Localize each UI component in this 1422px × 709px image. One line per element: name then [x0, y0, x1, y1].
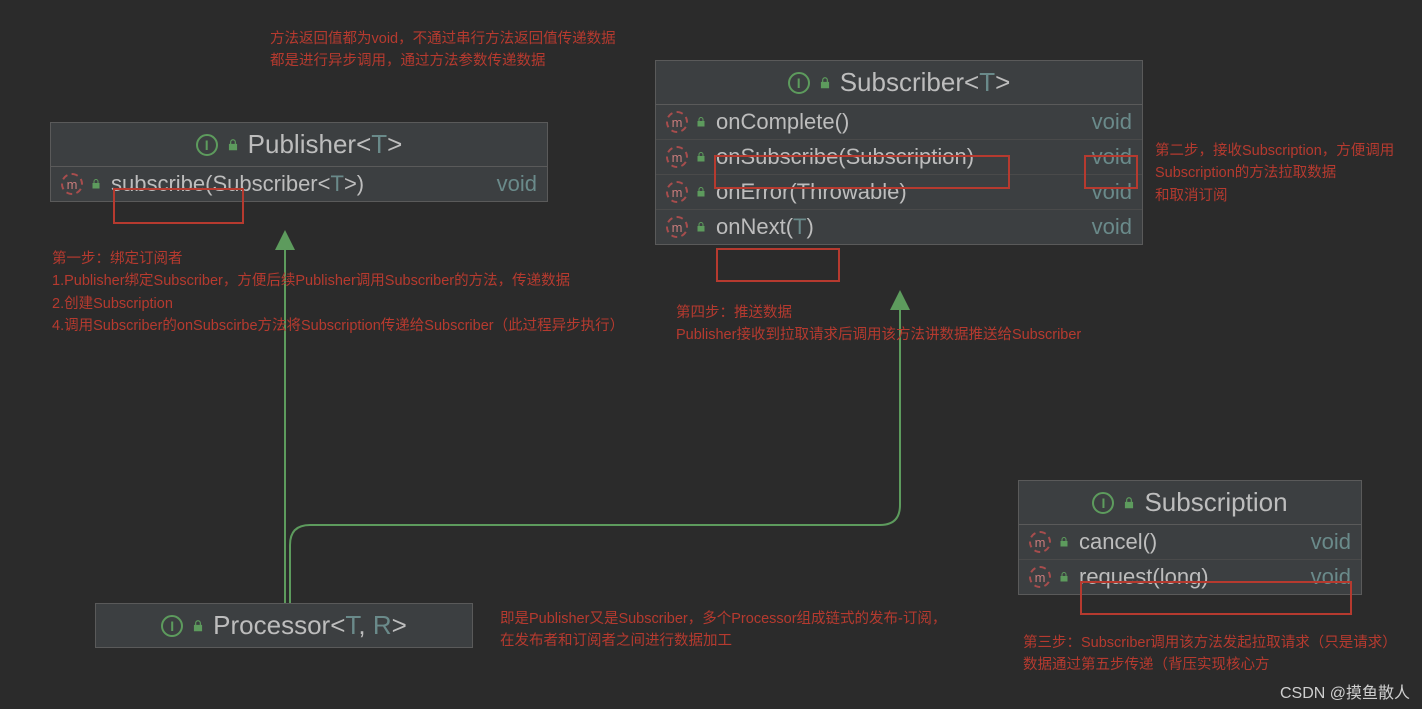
method-icon: m — [1029, 531, 1051, 553]
annotation-step1: 第一步：绑定订阅者 1.Publisher绑定Subscriber，方便后续Pu… — [52, 248, 624, 338]
watermark: CSDN @摸鱼散人 — [1280, 679, 1410, 703]
method-icon: m — [61, 173, 83, 195]
method-icon: m — [666, 181, 688, 203]
interface-icon: I — [788, 72, 810, 94]
annotation-top: 方法返回值都为void，不通过串行方法返回值传递数据 都是进行异步调用，通过方法… — [270, 28, 616, 73]
class-name: Subscriber<T> — [840, 67, 1011, 98]
lock-icon — [694, 220, 708, 234]
method-signature: onNext(T) — [716, 214, 814, 240]
annotation-step4: 第四步：推送数据 Publisher接收到拉取请求后调用该方法讲数据推送给Sub… — [676, 302, 1081, 347]
method-icon: m — [666, 216, 688, 238]
lock-icon — [694, 185, 708, 199]
highlight-request — [1080, 581, 1352, 615]
class-header: I Publisher<T> — [51, 123, 547, 167]
lock-icon — [818, 76, 832, 90]
lock-icon — [694, 150, 708, 164]
interface-icon: I — [196, 134, 218, 156]
class-header: I Subscription — [1019, 481, 1361, 525]
method-row: m cancel() void — [1019, 525, 1361, 559]
method-signature: onComplete() — [716, 109, 849, 135]
lock-icon — [694, 115, 708, 129]
return-type: void — [1082, 109, 1132, 135]
highlight-onnext — [716, 248, 840, 282]
highlight-onsubscribe — [714, 155, 1010, 189]
interface-icon: I — [1092, 492, 1114, 514]
class-processor: I Processor<T, R> — [95, 603, 473, 648]
method-row: m onComplete() void — [656, 105, 1142, 139]
annotation-processor: 即是Publisher又是Subscriber，多个Processor组成链式的… — [500, 608, 946, 653]
method-icon: m — [1029, 566, 1051, 588]
method-icon: m — [666, 146, 688, 168]
method-icon: m — [666, 111, 688, 133]
return-type: void — [1301, 529, 1351, 555]
highlight-onsubscribe-void — [1084, 155, 1138, 189]
class-subscriber: I Subscriber<T> m onComplete() void m on… — [655, 60, 1143, 245]
return-type: void — [487, 171, 537, 197]
class-name: Publisher<T> — [248, 129, 403, 160]
class-name: Processor<T, R> — [213, 610, 407, 641]
return-type: void — [1082, 214, 1132, 240]
lock-icon — [89, 177, 103, 191]
interface-icon: I — [161, 615, 183, 637]
highlight-subscribe — [113, 188, 244, 224]
lock-icon — [191, 619, 205, 633]
class-subscription: I Subscription m cancel() void m request… — [1018, 480, 1362, 595]
class-name: Subscription — [1144, 487, 1287, 518]
annotation-step3: 第三步：Subscriber调用该方法发起拉取请求（只是请求） 数据通过第五步传… — [1023, 632, 1397, 677]
annotation-step2: 第二步，接收Subscription，方便调用 Subscription的方法拉… — [1155, 140, 1394, 207]
class-header: I Processor<T, R> — [96, 604, 472, 647]
lock-icon — [1057, 535, 1071, 549]
lock-icon — [1122, 496, 1136, 510]
class-header: I Subscriber<T> — [656, 61, 1142, 105]
lock-icon — [226, 138, 240, 152]
lock-icon — [1057, 570, 1071, 584]
method-row: m onNext(T) void — [656, 209, 1142, 244]
method-signature: cancel() — [1079, 529, 1157, 555]
